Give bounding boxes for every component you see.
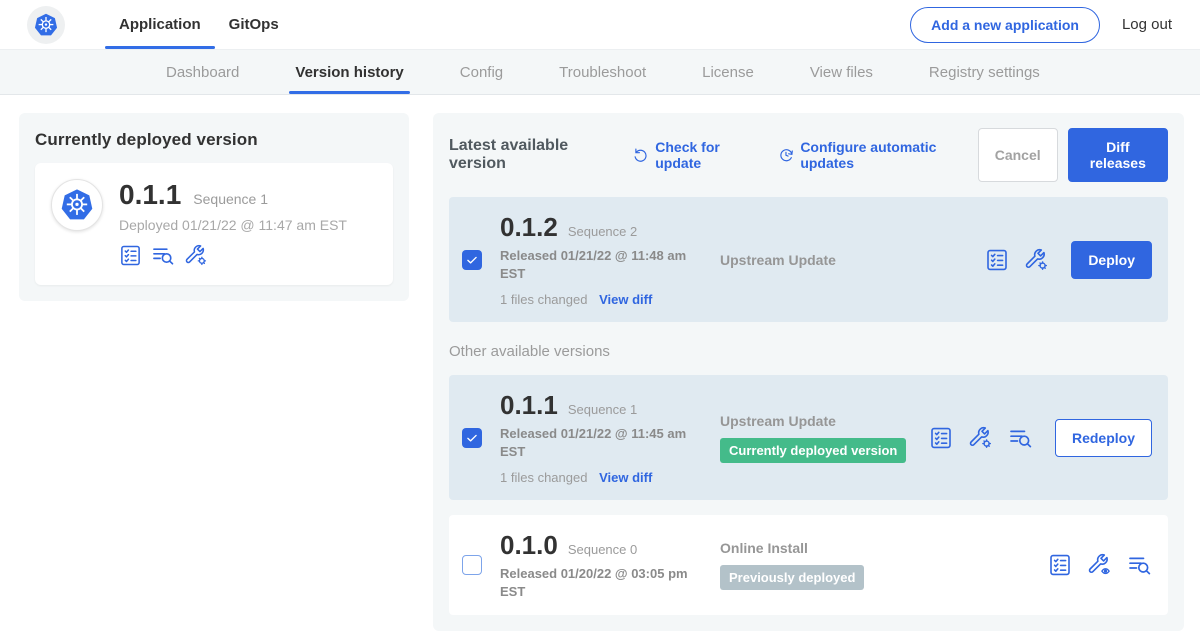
released-timestamp: Released 01/21/22 @ 11:45 am EST [500, 425, 692, 460]
topnav-tabs: Application GitOps [105, 0, 293, 49]
version-actions: Deploy [985, 241, 1152, 279]
version-sequence: Sequence 2 [568, 224, 637, 239]
previously-deployed-badge: Previously deployed [720, 565, 864, 590]
currently-deployed-card: Currently deployed version 0.1.1 Sequenc… [19, 113, 409, 301]
app-logo [51, 179, 103, 231]
tab-application[interactable]: Application [105, 0, 215, 49]
version-info: 0.1.1 Sequence 1 Released 01/21/22 @ 11:… [500, 390, 700, 485]
check-for-update-link[interactable]: Check for update [633, 139, 760, 171]
released-timestamp: Released 01/21/22 @ 11:48 am EST [500, 247, 692, 282]
subnav-registry-settings[interactable]: Registry settings [901, 50, 1068, 94]
deployed-sequence: Sequence 1 [193, 191, 268, 207]
deployed-card-title: Currently deployed version [35, 130, 393, 150]
refresh-icon [633, 146, 649, 164]
view-files-icon[interactable] [152, 244, 175, 267]
version-source: Upstream Update Currently deployed versi… [720, 413, 917, 463]
view-diff-link[interactable]: View diff [599, 292, 652, 307]
subnav-dashboard[interactable]: Dashboard [138, 50, 267, 94]
version-sequence: Sequence 0 [568, 542, 637, 557]
source-label: Upstream Update [720, 252, 973, 268]
version-checkbox[interactable] [462, 428, 482, 448]
logout-link[interactable]: Log out [1122, 16, 1172, 33]
version-row: 0.1.1 Sequence 1 Released 01/21/22 @ 11:… [449, 375, 1168, 500]
deployed-timestamp: Deployed 01/21/22 @ 11:47 am EST [119, 217, 347, 233]
version-number: 0.1.2 [500, 212, 558, 243]
edit-config-icon[interactable] [969, 426, 993, 450]
version-source: Online Install Previously deployed [720, 540, 1036, 590]
redeploy-button[interactable]: Redeploy [1055, 419, 1152, 457]
app-sub-nav: Dashboard Version history Config Trouble… [0, 49, 1200, 95]
version-checkbox[interactable] [462, 555, 482, 575]
version-info: 0.1.0 Sequence 0 Released 01/20/22 @ 03:… [500, 530, 700, 600]
cancel-button[interactable]: Cancel [978, 128, 1058, 182]
diff-releases-button[interactable]: Diff releases [1068, 128, 1168, 182]
tab-application-label: Application [119, 16, 201, 33]
kubernetes-icon [59, 187, 95, 223]
latest-version-title: Latest available version [449, 137, 615, 173]
view-files-icon[interactable] [1009, 426, 1033, 450]
deployed-version-card: 0.1.1 Sequence 1 Deployed 01/21/22 @ 11:… [35, 163, 393, 285]
subnav-license[interactable]: License [674, 50, 782, 94]
version-row: 0.1.0 Sequence 0 Released 01/20/22 @ 03:… [449, 515, 1168, 615]
configure-updates-link[interactable]: Configure automatic updates [778, 139, 978, 171]
version-info: 0.1.2 Sequence 2 Released 01/21/22 @ 11:… [500, 212, 700, 307]
files-changed-label: 1 files changed [500, 292, 587, 307]
version-actions [1048, 553, 1152, 577]
version-source: Upstream Update [720, 252, 973, 268]
version-sequence: Sequence 1 [568, 402, 637, 417]
subnav-version-history[interactable]: Version history [267, 50, 431, 94]
version-checkbox[interactable] [462, 250, 482, 270]
subnav-config[interactable]: Config [432, 50, 531, 94]
view-config-icon[interactable] [1088, 553, 1112, 577]
currently-deployed-badge: Currently deployed version [720, 438, 906, 463]
version-history-panel: Latest available version Check for updat… [433, 113, 1184, 631]
release-notes-icon[interactable] [1048, 553, 1072, 577]
view-diff-link[interactable]: View diff [599, 470, 652, 485]
edit-config-icon[interactable] [185, 244, 208, 267]
kubernetes-icon [33, 12, 59, 38]
files-changed-label: 1 files changed [500, 470, 587, 485]
latest-version-header: Latest available version Check for updat… [449, 128, 1168, 182]
version-row: 0.1.2 Sequence 2 Released 01/21/22 @ 11:… [449, 197, 1168, 322]
other-versions-title: Other available versions [449, 343, 1168, 360]
check-for-update-label: Check for update [655, 139, 760, 171]
top-nav: Application GitOps Add a new application… [0, 0, 1200, 49]
auto-update-icon [778, 146, 794, 164]
main-content: Currently deployed version 0.1.1 Sequenc… [0, 95, 1200, 631]
subnav-view-files[interactable]: View files [782, 50, 901, 94]
version-number: 0.1.1 [500, 390, 558, 421]
source-label: Online Install [720, 540, 1036, 556]
deploy-button[interactable]: Deploy [1071, 241, 1152, 279]
source-label: Upstream Update [720, 413, 917, 429]
view-files-icon[interactable] [1128, 553, 1152, 577]
released-timestamp: Released 01/20/22 @ 03:05 pm EST [500, 565, 692, 600]
configure-updates-label: Configure automatic updates [800, 139, 977, 171]
release-notes-icon[interactable] [119, 244, 142, 267]
subnav-troubleshoot[interactable]: Troubleshoot [531, 50, 674, 94]
tab-gitops-label: GitOps [229, 16, 279, 33]
tab-gitops[interactable]: GitOps [215, 0, 293, 49]
add-application-button[interactable]: Add a new application [910, 7, 1100, 43]
version-actions: Redeploy [929, 419, 1152, 457]
release-notes-icon[interactable] [929, 426, 953, 450]
deployed-version-number: 0.1.1 [119, 179, 181, 211]
edit-config-icon[interactable] [1025, 248, 1049, 272]
deployed-version-info: 0.1.1 Sequence 1 Deployed 01/21/22 @ 11:… [119, 179, 347, 267]
release-notes-icon[interactable] [985, 248, 1009, 272]
topnav-right: Add a new application Log out [910, 7, 1172, 43]
kubernetes-logo [27, 6, 65, 44]
check-icon [465, 253, 479, 267]
version-number: 0.1.0 [500, 530, 558, 561]
check-icon [465, 431, 479, 445]
